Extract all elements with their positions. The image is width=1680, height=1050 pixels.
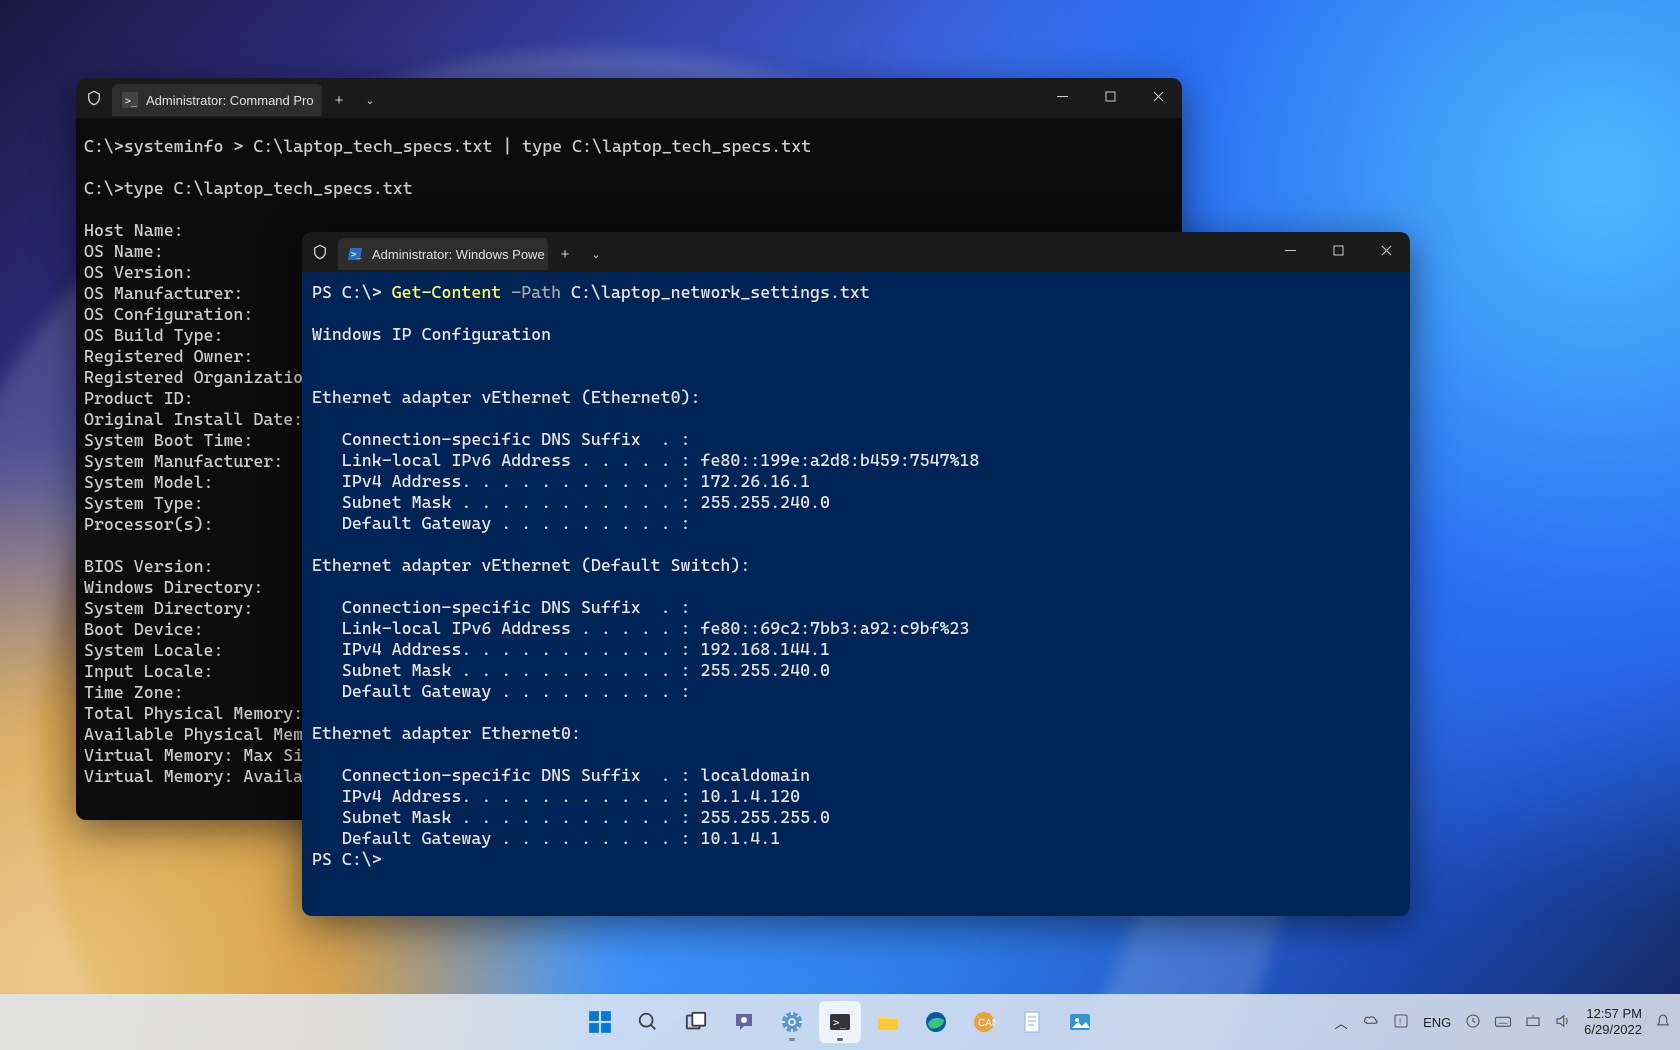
ps-close-button[interactable] — [1362, 232, 1410, 268]
keyboard-icon[interactable] — [1494, 1012, 1512, 1033]
cmd-tab-title: Administrator: Command Pro — [146, 93, 314, 108]
start-button[interactable] — [579, 1001, 621, 1043]
search-button[interactable] — [627, 1001, 669, 1043]
ps-tab[interactable]: >_ Administrator: Windows Powe ✕ — [338, 238, 548, 270]
admin-shield-icon — [76, 78, 112, 118]
cmd-close-button[interactable] — [1134, 78, 1182, 114]
admin-shield-icon — [302, 232, 338, 272]
svg-text:>_: >_ — [351, 250, 362, 260]
powershell-window: >_ Administrator: Windows Powe ✕ + ⌄ PS … — [302, 232, 1410, 916]
ps-titlebar[interactable]: >_ Administrator: Windows Powe ✕ + ⌄ — [302, 232, 1410, 272]
file-explorer-button[interactable] — [867, 1001, 909, 1043]
taskbar[interactable]: >_ CAN ︿ ! ENG — [0, 994, 1680, 1050]
volume-icon[interactable] — [1554, 1012, 1572, 1033]
onedrive-icon[interactable] — [1362, 1012, 1380, 1033]
terminal-button[interactable]: >_ — [819, 1001, 861, 1043]
security-icon[interactable]: ! — [1392, 1013, 1410, 1032]
ps-minimize-button[interactable] — [1266, 232, 1314, 268]
clock-date: 6/29/2022 — [1584, 1022, 1642, 1038]
cmd-new-tab-button[interactable]: + — [322, 84, 356, 116]
cmd-tab-dropdown-icon[interactable]: ⌄ — [356, 84, 384, 116]
tray-chevron-icon[interactable]: ︿ — [1332, 1013, 1350, 1032]
edge-canary-button[interactable]: CAN — [963, 1001, 1005, 1043]
powershell-icon: >_ — [348, 246, 364, 262]
language-indicator[interactable]: ENG — [1422, 1015, 1452, 1030]
clock-time: 12:57 PM — [1584, 1006, 1642, 1022]
notepad-button[interactable] — [1011, 1001, 1053, 1043]
cmd-tab-icon: >_ — [122, 92, 138, 108]
system-tray: ︿ ! ENG 12:57 PM 6/29/2022 — [1332, 1006, 1672, 1037]
ps-tab-title: Administrator: Windows Powe — [372, 247, 545, 262]
ps-tab-dropdown-icon[interactable]: ⌄ — [582, 238, 610, 270]
task-view-button[interactable] — [675, 1001, 717, 1043]
cmd-maximize-button[interactable] — [1086, 78, 1134, 114]
svg-text:!: ! — [1399, 1017, 1401, 1026]
settings-button[interactable] — [771, 1001, 813, 1043]
svg-text:CAN: CAN — [978, 1018, 996, 1029]
ps-terminal-output[interactable]: PS C:\> Get-Content -Path C:\laptop_netw… — [302, 272, 1410, 916]
edge-button[interactable] — [915, 1001, 957, 1043]
network-icon[interactable] — [1524, 1012, 1542, 1033]
ps-new-tab-button[interactable]: + — [548, 238, 582, 270]
cmd-tab[interactable]: >_ Administrator: Command Pro ✕ — [112, 84, 322, 116]
photos-button[interactable] — [1059, 1001, 1101, 1043]
clock[interactable]: 12:57 PM 6/29/2022 — [1584, 1006, 1642, 1037]
notifications-icon[interactable] — [1654, 1012, 1672, 1033]
svg-text:>_: >_ — [833, 1016, 847, 1029]
ps-maximize-button[interactable] — [1314, 232, 1362, 268]
chat-button[interactable] — [723, 1001, 765, 1043]
svg-text:>_: >_ — [125, 96, 138, 107]
cmd-titlebar[interactable]: >_ Administrator: Command Pro ✕ + ⌄ — [76, 78, 1182, 118]
updates-icon[interactable] — [1464, 1012, 1482, 1033]
cmd-minimize-button[interactable] — [1038, 78, 1086, 114]
